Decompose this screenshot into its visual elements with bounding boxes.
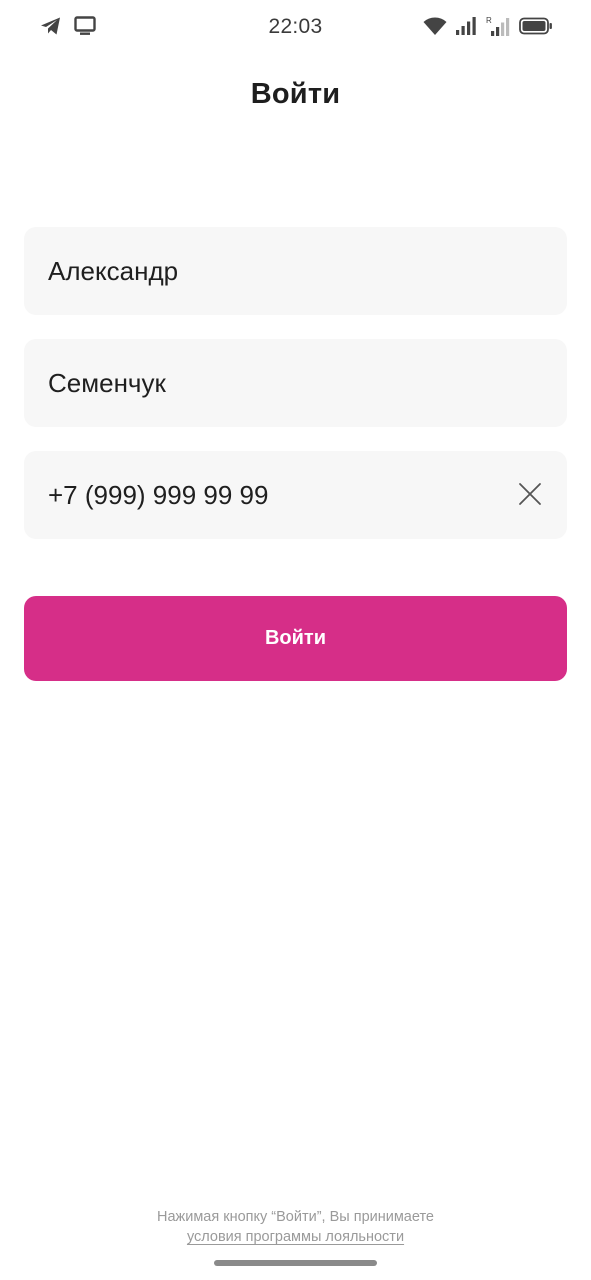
signal-icon: [455, 16, 477, 36]
last-name-input[interactable]: [48, 367, 488, 399]
status-bar: 22:03 R: [0, 0, 591, 56]
legal-notice: Нажимая кнопку “Войти”, Вы принимаете ус…: [0, 1207, 591, 1247]
page-title: Войти: [250, 78, 341, 110]
clear-phone-button[interactable]: [517, 481, 543, 507]
phone-input[interactable]: [48, 479, 488, 511]
first-name-field[interactable]: [24, 227, 567, 315]
first-name-input[interactable]: [48, 255, 488, 287]
wifi-icon: [423, 16, 447, 36]
status-bar-right: R: [423, 15, 553, 37]
login-button[interactable]: Войти: [24, 596, 567, 681]
legal-notice-text: Нажимая кнопку “Войти”, Вы принимаете: [157, 1209, 434, 1225]
last-name-field[interactable]: [24, 339, 567, 427]
login-screen: 22:03 R Войти Александр Семенчук +7 (999…: [0, 0, 591, 1280]
home-indicator[interactable]: [214, 1260, 377, 1266]
roaming-signal-icon: R: [485, 15, 511, 37]
battery-icon: [519, 17, 553, 35]
roaming-label: R: [486, 16, 492, 25]
loyalty-terms-link[interactable]: условия программы лояльности: [187, 1229, 404, 1245]
close-icon: [519, 483, 541, 505]
phone-field[interactable]: [24, 451, 567, 539]
